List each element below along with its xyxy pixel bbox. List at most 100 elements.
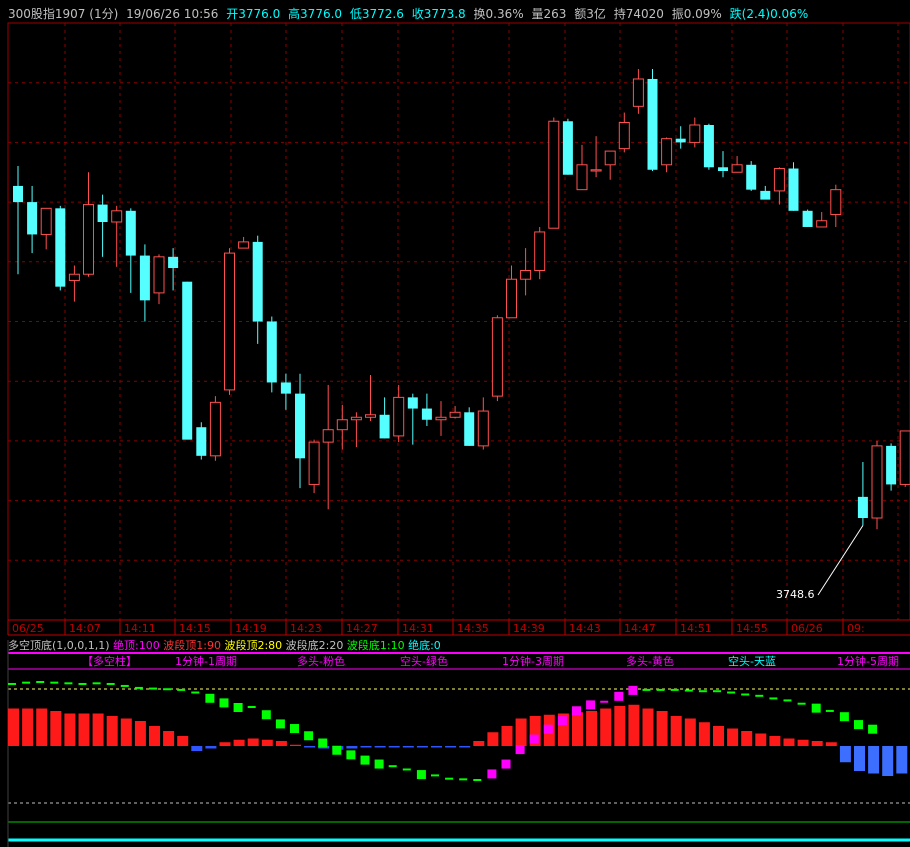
candle-body (802, 210, 813, 227)
indicator-bar (233, 739, 245, 746)
indicator-dot (134, 686, 143, 689)
candle-body (618, 122, 630, 150)
indicator-bar (684, 718, 696, 746)
candle-body (718, 167, 728, 172)
indicator-bar (769, 736, 781, 746)
candle-body (336, 419, 348, 431)
indicator-bar (501, 726, 513, 746)
indicator-dot (388, 765, 397, 768)
indicator-legend-item: 空头-绿色 (400, 654, 448, 668)
indicator-bar (656, 711, 668, 746)
candle-body (871, 445, 883, 519)
indicator-dot (698, 690, 707, 693)
indicator-bar (614, 706, 626, 746)
indicator-dot (416, 770, 426, 780)
candle-body (407, 397, 418, 409)
indicator-bar (219, 742, 231, 746)
time-tick-label: 14:11 (124, 622, 156, 635)
indicator-dot (868, 724, 878, 734)
indicator-dot (346, 750, 356, 760)
indicator-header: 多空顶底(1,0,0,1,1) 绝顶:100 波段顶1:90 波段顶2:80 波… (8, 638, 910, 670)
indicator-bar (134, 721, 146, 746)
indicator-dot (572, 706, 581, 716)
indicator-bar (247, 738, 259, 746)
indicator-dot (473, 779, 482, 781)
indicator-bar (346, 746, 358, 749)
indicator-bar (261, 739, 273, 746)
indicator-bar (8, 708, 19, 746)
indicator-dot (713, 690, 721, 693)
indicator-bar (388, 746, 400, 748)
indicator-dot (755, 694, 764, 697)
indicator-bar (402, 746, 414, 748)
candle-body (13, 185, 23, 203)
candle-body (491, 317, 503, 397)
candle-body (266, 321, 277, 383)
candle-body (520, 270, 532, 280)
indicator-param: 波段顶2:80 (224, 638, 285, 652)
indicator-bar (797, 739, 809, 746)
time-tick-label: 14:07 (69, 622, 101, 635)
indicator-dot (8, 682, 16, 685)
indicator-dot (586, 700, 596, 710)
candle-body (322, 429, 334, 443)
indicator-bar (36, 708, 48, 746)
low-price-label: 3748.6 (776, 588, 815, 601)
indicator-bar (177, 736, 189, 746)
candle-body (393, 396, 405, 437)
candle-body (83, 204, 94, 275)
candle-body (506, 278, 517, 319)
candle-body (464, 412, 475, 446)
indicator-bar (304, 746, 316, 748)
indicator-bar (191, 746, 203, 751)
indicator-bar (882, 746, 894, 776)
candle-body (153, 256, 165, 294)
indicator-bar (374, 746, 386, 748)
indicator-bar (572, 712, 583, 746)
indicator-legend-item: 1分钟-1周期 (175, 654, 237, 668)
indicator-dot (684, 689, 693, 692)
candle-body (899, 430, 910, 485)
candle-body (788, 168, 799, 211)
indicator-bar (783, 738, 795, 746)
candle-body (168, 256, 179, 269)
indicator-bar (416, 746, 428, 748)
indicator-dot (459, 778, 468, 781)
indicator-bar (360, 746, 372, 748)
indicator-legend-item: 【多空柱】 (82, 654, 137, 668)
indicator-dot (261, 710, 271, 720)
indicator-bar (431, 746, 442, 748)
indicator-param: 波段顶1:90 (163, 638, 224, 652)
indicator-bar (275, 741, 287, 746)
indicator-dot (854, 720, 863, 730)
candle-body (562, 121, 573, 175)
indicator-bar (600, 708, 612, 746)
time-tick-label: 14:35 (457, 622, 489, 635)
time-tick-label: 14:55 (736, 622, 768, 635)
candle-body (27, 202, 38, 235)
time-tick-label: 14:47 (624, 622, 656, 635)
indicator-dot (360, 755, 370, 765)
indicator-bar (839, 746, 851, 763)
candle-body (689, 124, 701, 143)
indicator-bar (290, 744, 301, 746)
indicator-bar (149, 726, 160, 746)
indicator-dot (120, 684, 129, 687)
candle-body (97, 204, 108, 222)
indicator-dot (628, 685, 638, 695)
indicator-dot (445, 777, 454, 780)
time-tick-label: 06/25 (12, 622, 44, 635)
indicator-dot (811, 703, 821, 713)
candle-body (604, 150, 616, 166)
indicator-dot (275, 719, 285, 729)
indicator-dot (543, 724, 553, 734)
indicator-bar (22, 708, 34, 746)
candle-body (182, 281, 193, 440)
candle-body (295, 393, 305, 459)
candlestick-chart[interactable]: 3748.6 06/25 14:07 14:11 14:15 14:19 14:23 14:… (0, 0, 910, 847)
candle-body (238, 241, 250, 249)
indicator-bar (487, 732, 499, 746)
indicator-bar (163, 731, 175, 746)
candle-body (534, 231, 546, 272)
candle-body (111, 210, 123, 223)
